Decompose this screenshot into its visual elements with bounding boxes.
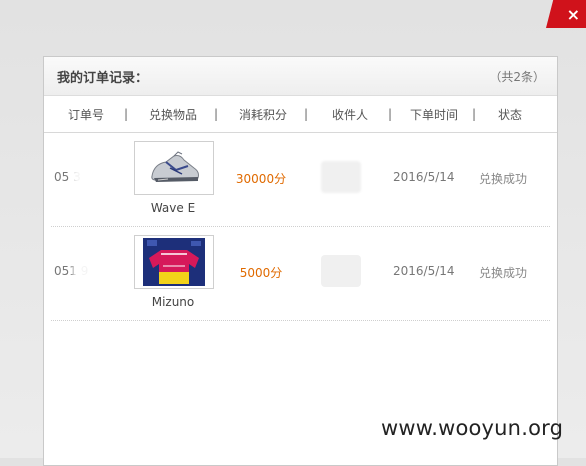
item-name: Mizuno xyxy=(151,295,195,309)
item-thumbnail[interactable] xyxy=(134,141,214,195)
close-icon: × xyxy=(566,4,580,24)
table-row: 051 9 Mizuno 5000分 2016/5/14 兑换成功 xyxy=(51,227,550,321)
column-header-receiver: 收件人 xyxy=(308,106,392,123)
column-header-date: 下单时间 xyxy=(392,106,476,123)
table-header: 订单号 兑换物品 消耗积分 收件人 下单时间 状态 xyxy=(44,96,557,133)
close-button[interactable]: × xyxy=(546,0,586,28)
panel-header: 我的订单记录： （共2条） xyxy=(44,57,557,96)
order-date: 2016/5/14 xyxy=(393,264,455,278)
jersey-icon xyxy=(143,238,205,286)
order-status: 兑换成功 xyxy=(479,266,528,280)
column-header-item: 兑换物品 xyxy=(128,106,218,123)
running-shoe-icon xyxy=(151,151,199,182)
points-spent: 30000分 xyxy=(235,172,287,186)
order-count: （共2条） xyxy=(489,69,545,84)
redaction-mask xyxy=(73,161,113,191)
column-header-order-no: 订单号 xyxy=(44,106,128,123)
receiver-redacted xyxy=(321,161,361,193)
order-status: 兑换成功 xyxy=(479,172,528,186)
order-date: 2016/5/14 xyxy=(393,170,455,184)
watermark: www.wooyun.org xyxy=(381,416,564,440)
panel-title: 我的订单记录： xyxy=(57,70,149,86)
item-name: Wave E xyxy=(150,201,196,215)
item-thumbnail[interactable] xyxy=(134,235,214,289)
receiver-redacted xyxy=(321,255,361,287)
column-header-points: 消耗积分 xyxy=(218,106,308,123)
redaction-mask xyxy=(73,255,113,285)
column-header-status: 状态 xyxy=(497,107,522,122)
table-row: 05 3 Wave E 30000分 2016/5/14 兑换成功 xyxy=(51,133,550,227)
points-spent: 5000分 xyxy=(239,266,283,280)
order-list: 05 3 Wave E 30000分 2016/5/14 兑换成功 051 9 … xyxy=(44,133,557,321)
order-history-panel: 我的订单记录： （共2条） 订单号 兑换物品 消耗积分 收件人 下单时间 状态 … xyxy=(43,56,558,466)
